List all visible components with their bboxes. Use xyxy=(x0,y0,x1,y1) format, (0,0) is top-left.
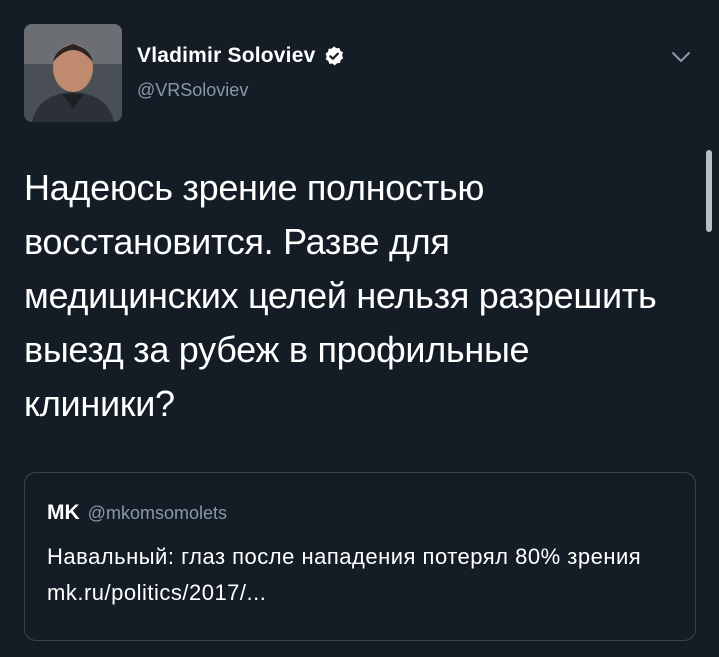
verified-badge-icon xyxy=(323,45,345,67)
author-handle[interactable]: @VRSoloviev xyxy=(137,80,248,101)
quoted-tweet-header: MK @mkomsomolets xyxy=(47,501,227,525)
quoted-tweet-card[interactable]: MK @mkomsomolets Навальный: глаз после н… xyxy=(24,472,696,641)
chevron-down-icon[interactable] xyxy=(671,50,691,64)
quoted-tweet-text: Навальный: глаз после нападения потерял … xyxy=(47,544,642,605)
author-display-name[interactable]: Vladimir Soloviev xyxy=(137,44,315,68)
quoted-author-name: MK xyxy=(47,501,80,524)
scrollbar[interactable] xyxy=(706,150,712,232)
author-name-row: Vladimir Soloviev xyxy=(137,44,345,68)
avatar[interactable] xyxy=(24,24,122,122)
tweet-card: Vladimir Soloviev @VRSoloviev Надеюсь зр… xyxy=(0,0,719,657)
avatar-photo xyxy=(24,24,122,122)
quoted-author-handle: @mkomsomolets xyxy=(87,503,227,523)
tweet-text: Надеюсь зрение полностью восстановится. … xyxy=(24,167,657,424)
